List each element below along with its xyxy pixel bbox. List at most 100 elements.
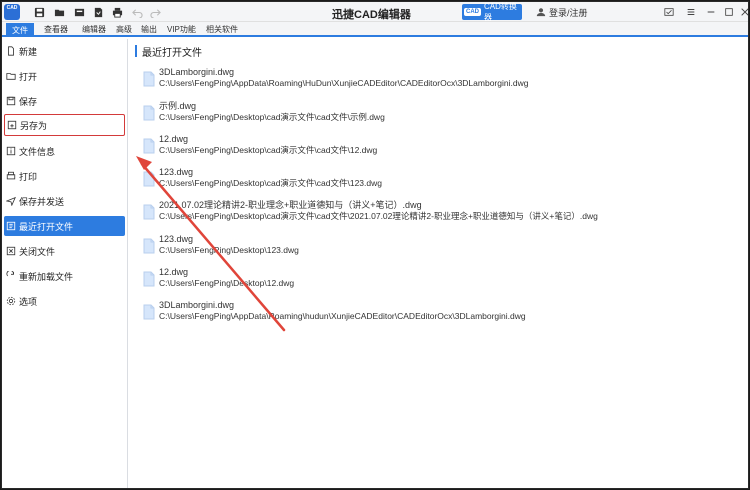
maximize-icon[interactable] bbox=[722, 5, 736, 19]
recent-file-text: 12.dwg C:\Users\FengPing\Desktop\cad演示文件\… bbox=[159, 134, 377, 162]
dwg-file-icon bbox=[143, 171, 155, 187]
sidebar-item-save-and-send[interactable]: 保存并发送 bbox=[4, 191, 125, 211]
save-as-icon bbox=[7, 120, 17, 130]
recent-file-text: 3DLamborgini.dwg C:\Users\FengPing\AppDat… bbox=[159, 300, 526, 328]
dwg-file-icon bbox=[143, 204, 155, 220]
send-icon bbox=[6, 196, 16, 206]
menu-output[interactable]: 输出 bbox=[141, 23, 157, 36]
recent-file-item[interactable]: 123.dwg C:\Users\FengPing\Desktop\123.dwg bbox=[143, 234, 733, 262]
cad-converter-label: CAD转换器 bbox=[484, 2, 517, 22]
file-info-icon bbox=[6, 146, 16, 156]
sidebar-item-label: 最近打开文件 bbox=[19, 221, 74, 232]
recent-file-name: 123.dwg bbox=[159, 167, 194, 177]
sidebar-item-close-file[interactable]: 关闭文件 bbox=[4, 241, 125, 261]
minimize-icon[interactable] bbox=[704, 5, 718, 19]
sidebar-item-label: 文件信息 bbox=[19, 146, 56, 157]
sidebar-item-options[interactable]: 选项 bbox=[4, 291, 125, 311]
app-logo-text: CAD bbox=[6, 5, 18, 11]
dwg-file-icon bbox=[143, 271, 155, 287]
recent-file-name: 3DLamborgini.dwg bbox=[159, 300, 235, 310]
title-bar: CAD 迅捷CAD编辑器 CAD CAD转换器 登录/注册 bbox=[2, 2, 748, 22]
close-file-icon bbox=[6, 246, 16, 256]
sidebar-item-label: 打印 bbox=[19, 171, 38, 182]
section-title: 最近打开文件 bbox=[135, 45, 202, 59]
sidebar-item-file-info[interactable]: 文件信息 bbox=[4, 141, 125, 161]
dwg-file-icon bbox=[143, 71, 155, 87]
sidebar-item-save[interactable]: 保存 bbox=[4, 91, 125, 111]
new-file-icon bbox=[8, 46, 14, 56]
options-icon bbox=[6, 296, 16, 306]
pdf-icon[interactable] bbox=[91, 5, 105, 19]
recent-file-name: 2021.07.02理论精讲2-职业理念+职业道德知与（讲义+笔记）.dwg bbox=[159, 200, 422, 210]
save-icon bbox=[6, 96, 16, 106]
app-logo: CAD bbox=[4, 4, 20, 20]
sidebar-item-print[interactable]: 打印 bbox=[4, 166, 125, 186]
recent-file-path: C:\Users\FengPing\Desktop\123.dwg bbox=[159, 245, 299, 255]
menu-file[interactable]: 文件 bbox=[6, 23, 34, 37]
recent-file-text: 12.dwg C:\Users\FengPing\Desktop\12.dwg bbox=[159, 267, 294, 295]
recent-files-panel: 最近打开文件 3DLamborgini.dwg C:\Users\FengPing… bbox=[129, 39, 748, 488]
menu-related-software[interactable]: 相关软件 bbox=[206, 23, 238, 36]
menu-vip[interactable]: VIP功能 bbox=[167, 23, 196, 36]
user-icon bbox=[536, 8, 546, 17]
window-title: 迅捷CAD编辑器 bbox=[332, 9, 411, 21]
recent-file-path: C:\Users\FengPing\Desktop\cad演示文件\cad文件\… bbox=[159, 211, 598, 221]
menu-editor[interactable]: 编辑器 bbox=[82, 23, 106, 36]
recent-file-text: 2021.07.02理论精讲2-职业理念+职业道德知与（讲义+笔记）.dwg C:… bbox=[159, 200, 598, 228]
print-icon[interactable] bbox=[110, 5, 124, 19]
recent-file-item[interactable]: 3DLamborgini.dwg C:\Users\FengPing\AppDat… bbox=[143, 300, 733, 328]
sidebar-item-label: 打开 bbox=[19, 71, 38, 82]
file-sidebar: 新建 打开 保存 另存为 文件信息 打印 保存并发送 最近打开文件 关闭文件 重… bbox=[2, 39, 128, 488]
recent-file-item[interactable]: 12.dwg C:\Users\FengPing\Desktop\cad演示文件\… bbox=[143, 134, 733, 162]
sidebar-item-label: 保存 bbox=[19, 96, 38, 107]
recent-file-name: 123.dwg bbox=[159, 234, 194, 244]
sidebar-item-label: 保存并发送 bbox=[19, 196, 65, 207]
dwg-file-icon bbox=[143, 138, 155, 154]
undo-icon[interactable] bbox=[130, 5, 144, 19]
recent-file-path: C:\Users\FengPing\Desktop\cad演示文件\cad文件\… bbox=[159, 145, 378, 155]
sidebar-item-save-as[interactable]: 另存为 bbox=[4, 114, 125, 136]
save-icon[interactable] bbox=[32, 5, 46, 19]
sidebar-item-label: 新建 bbox=[19, 46, 38, 57]
recent-file-item[interactable]: 12.dwg C:\Users\FengPing\Desktop\12.dwg bbox=[143, 267, 733, 295]
reload-file-icon bbox=[6, 271, 14, 277]
sidebar-item-label: 另存为 bbox=[20, 120, 48, 131]
sidebar-item-reload-file[interactable]: 重新加载文件 bbox=[4, 266, 125, 286]
sidebar-item-open[interactable]: 打开 bbox=[4, 66, 125, 86]
sidebar-item-label: 关闭文件 bbox=[19, 246, 56, 257]
recent-file-path: C:\Users\FengPing\AppData\Roaming\HuDun\… bbox=[159, 78, 529, 88]
sidebar-item-recent-files[interactable]: 最近打开文件 bbox=[4, 216, 125, 236]
sidebar-item-new[interactable]: 新建 bbox=[4, 41, 125, 61]
recent-file-text: 3DLamborgini.dwg C:\Users\FengPing\AppDat… bbox=[159, 67, 528, 95]
menu-advanced[interactable]: 高级 bbox=[116, 23, 132, 36]
sidebar-item-label: 重新加载文件 bbox=[19, 271, 74, 282]
menu-viewer[interactable]: 查看器 bbox=[44, 23, 68, 36]
recent-file-path: C:\Users\FengPing\AppData\Roaming\hudun\… bbox=[159, 311, 526, 321]
recent-file-text: 示例.dwg C:\Users\FengPing\Desktop\cad演示文件\… bbox=[159, 101, 385, 129]
recent-file-path: C:\Users\FengPing\Desktop\cad演示文件\cad文件\… bbox=[159, 178, 382, 188]
close-icon[interactable] bbox=[738, 5, 748, 19]
open-folder-icon[interactable] bbox=[52, 5, 66, 19]
dwg-file-icon bbox=[143, 238, 155, 254]
sidebar-item-label: 选项 bbox=[19, 296, 38, 307]
recent-file-name: 12.dwg bbox=[159, 134, 189, 144]
feedback-icon[interactable] bbox=[662, 5, 676, 19]
menu-bar: 文件 查看器 编辑器 高级 输出 VIP功能 相关软件 bbox=[2, 22, 748, 37]
recent-file-item[interactable]: 123.dwg C:\Users\FengPing\Desktop\cad演示文件… bbox=[143, 167, 733, 195]
menu-icon[interactable] bbox=[684, 5, 698, 19]
recent-file-name: 12.dwg bbox=[159, 267, 189, 277]
login-register-link[interactable]: 登录/注册 bbox=[536, 5, 588, 19]
dwg-file-icon bbox=[143, 105, 155, 121]
cad-converter-button[interactable]: CAD CAD转换器 bbox=[462, 2, 522, 22]
recent-file-item[interactable]: 3DLamborgini.dwg C:\Users\FengPing\AppDat… bbox=[143, 67, 733, 95]
login-register-label: 登录/注册 bbox=[549, 7, 588, 18]
app-window: CAD 迅捷CAD编辑器 CAD CAD转换器 登录/注册 文件 查看器 编辑器… bbox=[1, 1, 749, 489]
print-icon bbox=[6, 171, 16, 180]
recent-file-item[interactable]: 示例.dwg C:\Users\FengPing\Desktop\cad演示文件\… bbox=[143, 101, 733, 129]
recent-file-path: C:\Users\FengPing\Desktop\12.dwg bbox=[159, 278, 295, 288]
redo-icon[interactable] bbox=[148, 5, 162, 19]
dwg-file-icon bbox=[143, 304, 155, 320]
export-icon[interactable] bbox=[72, 5, 86, 19]
recent-file-name: 示例.dwg bbox=[159, 101, 197, 111]
recent-file-item[interactable]: 2021.07.02理论精讲2-职业理念+职业道德知与（讲义+笔记）.dwg C:… bbox=[143, 200, 733, 228]
